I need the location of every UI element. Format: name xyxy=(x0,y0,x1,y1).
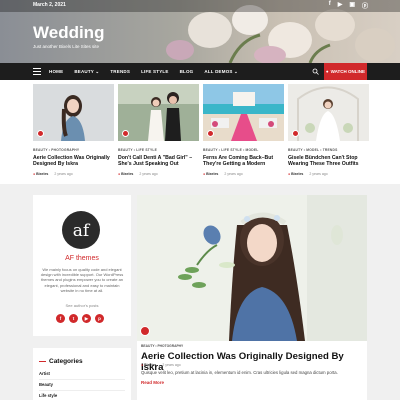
post-thumbnail[interactable] xyxy=(118,84,199,141)
youtube-icon[interactable]: ▶ xyxy=(338,1,343,10)
categories-title: Categories xyxy=(49,358,83,365)
post-author[interactable]: Bixeles xyxy=(206,172,218,176)
featured-photo xyxy=(137,195,367,341)
search-icon[interactable] xyxy=(312,68,319,75)
youtube-icon[interactable]: ▶ xyxy=(82,314,91,323)
instagram-icon[interactable]: ▣ xyxy=(349,1,355,10)
camera-icon xyxy=(292,130,299,137)
category-item-artist[interactable]: Artist xyxy=(39,369,125,380)
post-time: 2 years ago xyxy=(139,171,158,176)
post-thumbnail[interactable] xyxy=(203,84,284,141)
camera-icon xyxy=(37,130,44,137)
post-title[interactable]: Aerie Collection Was Originally Designed… xyxy=(33,155,114,168)
pinterest-icon[interactable]: p xyxy=(95,314,104,323)
watch-online-button[interactable]: ● WATCH ONLINE xyxy=(324,63,367,80)
featured-time: 2 years ago xyxy=(162,363,181,367)
featured-meta: ● Bixeles 2 years ago xyxy=(141,363,181,367)
category-item-life-style[interactable]: Life style xyxy=(39,391,125,400)
category-item-beauty[interactable]: Beauty xyxy=(39,380,125,391)
post-title[interactable]: Don't Call Denti A "Bad Girl" – She's Ju… xyxy=(118,155,199,168)
categories-widget: Categories Artist Beauty Life style xyxy=(33,348,131,400)
pinterest-icon[interactable]: ⓟ xyxy=(362,1,368,10)
author-widget: af AF themes We mainly focus on quality … xyxy=(33,195,131,336)
featured-excerpt: Quisque velit leo, pretium at lacinia in… xyxy=(141,370,338,375)
author-social-links: f t ▶ p xyxy=(56,314,104,323)
featured-category[interactable]: BEAUTY • PHOTOGRAPHY xyxy=(141,344,183,348)
nav-item-trends[interactable]: TRENDS xyxy=(110,69,130,74)
post-meta: ● Bixeles 2 years ago xyxy=(203,171,243,176)
site-header: March 2, 2021 f ▶ ▣ ⓟ Wedding Just anoth… xyxy=(0,0,400,63)
hamburger-menu-icon[interactable] xyxy=(33,68,41,75)
author-name[interactable]: AF themes xyxy=(33,255,131,262)
post-image xyxy=(288,84,369,141)
play-icon: ● xyxy=(325,69,329,74)
author-posts-link[interactable]: See author's posts xyxy=(33,303,131,308)
nav-item-home[interactable]: HOME xyxy=(49,69,63,74)
post-thumbnail[interactable] xyxy=(288,84,369,141)
post-time: 2 years ago xyxy=(224,171,243,176)
post-meta: ● Bixeles 2 years ago xyxy=(118,171,158,176)
post-time: 2 years ago xyxy=(54,171,73,176)
post-author[interactable]: Bixeles xyxy=(291,172,303,176)
post-card[interactable]: BEAUTY • PHOTOGRAPHY Aerie Collection Wa… xyxy=(33,84,114,176)
post-category[interactable]: BEAUTY • MODEL • TRENDS xyxy=(288,148,369,152)
post-card[interactable]: BEAUTY • LIFE STYLE • MODEL Ferns Are Co… xyxy=(203,84,284,176)
post-title[interactable]: Gisele Bündchen Can't Stop Wearing These… xyxy=(288,155,369,168)
post-time: 2 years ago xyxy=(309,171,328,176)
author-description: We mainly focus on quality code and eleg… xyxy=(40,267,124,293)
site-tagline: Just another Bixels Lite Sites site xyxy=(33,44,100,49)
featured-image[interactable] xyxy=(137,195,367,341)
post-card[interactable]: BEAUTY • MODEL • TRENDS Gisele Bündchen … xyxy=(288,84,369,176)
category-list: Artist Beauty Life style xyxy=(39,369,125,400)
categories-heading: Categories xyxy=(39,358,83,365)
post-category[interactable]: BEAUTY • LIFE STYLE • MODEL xyxy=(203,148,284,152)
post-image xyxy=(203,84,284,141)
facebook-icon[interactable]: f xyxy=(56,314,65,323)
nav-item-all-demos[interactable]: ALL DEMOS ⌄ xyxy=(204,69,238,75)
post-author[interactable]: Bixeles xyxy=(36,172,48,176)
site-title[interactable]: Wedding xyxy=(33,23,104,43)
featured-post[interactable]: BEAUTY • PHOTOGRAPHY Aerie Collection Wa… xyxy=(137,195,367,400)
camera-icon xyxy=(122,130,129,137)
post-image xyxy=(33,84,114,141)
post-category[interactable]: BEAUTY • PHOTOGRAPHY xyxy=(33,148,114,152)
post-meta: ● Bixeles 2 years ago xyxy=(288,171,328,176)
camera-icon xyxy=(207,130,214,137)
post-image xyxy=(118,84,199,141)
read-more-link[interactable]: Read More xyxy=(141,380,164,385)
post-thumbnail[interactable] xyxy=(33,84,114,141)
post-title[interactable]: Ferns Are Coming Back–But They're Gettin… xyxy=(203,155,284,168)
nav-item-beauty[interactable]: BEAUTY ⌄ xyxy=(74,69,99,75)
post-author[interactable]: Bixeles xyxy=(121,172,133,176)
watch-online-label: WATCH ONLINE xyxy=(330,69,366,74)
twitter-icon[interactable]: t xyxy=(69,314,78,323)
header-social-links: f ▶ ▣ ⓟ xyxy=(329,1,368,10)
featured-author[interactable]: Bixeles xyxy=(144,363,156,367)
facebook-icon[interactable]: f xyxy=(329,1,331,10)
post-meta: ● Bixeles 2 years ago xyxy=(33,171,73,176)
camera-icon xyxy=(140,326,150,336)
current-date: March 2, 2021 xyxy=(33,2,66,8)
nav-item-life-style[interactable]: LIFE STYLE xyxy=(141,69,169,74)
post-strip: BEAUTY • PHOTOGRAPHY Aerie Collection Wa… xyxy=(0,80,400,184)
post-card[interactable]: BEAUTY • LIFE STYLE Don't Call Denti A "… xyxy=(118,84,199,176)
author-logo-text: af xyxy=(73,221,91,241)
post-category[interactable]: BEAUTY • LIFE STYLE xyxy=(118,148,199,152)
author-logo[interactable]: af xyxy=(62,211,100,249)
menu: HOME BEAUTY ⌄ TRENDS LIFE STYLE BLOG ALL… xyxy=(49,63,238,80)
nav-item-blog[interactable]: BLOG xyxy=(180,69,194,74)
